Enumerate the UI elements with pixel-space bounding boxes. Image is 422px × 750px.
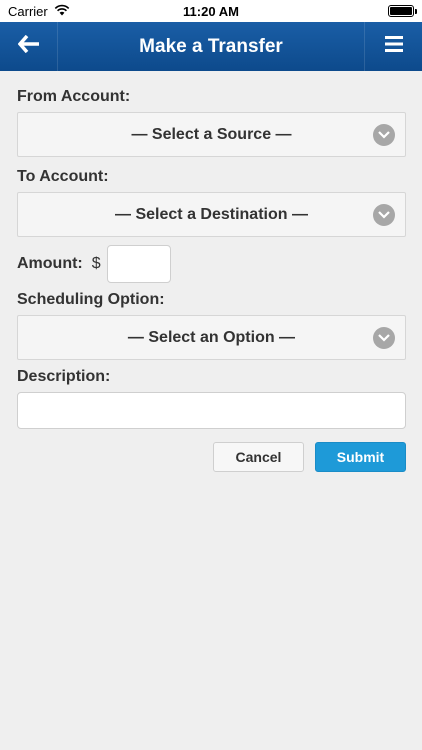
- to-account-select[interactable]: — Select a Destination —: [17, 192, 406, 237]
- chevron-down-icon: [373, 327, 395, 349]
- amount-input[interactable]: [106, 245, 171, 283]
- description-input[interactable]: [17, 392, 406, 429]
- cancel-button[interactable]: Cancel: [213, 442, 304, 472]
- from-account-label: From Account:: [17, 88, 131, 105]
- scheduling-option-select[interactable]: — Select an Option —: [17, 315, 406, 360]
- menu-button[interactable]: [364, 22, 422, 71]
- hamburger-menu-icon: [384, 36, 403, 57]
- scheduling-option-label: Scheduling Option:: [17, 291, 165, 308]
- status-bar: Carrier 11:20 AM: [0, 0, 422, 22]
- battery-icon: [388, 5, 417, 17]
- submit-button[interactable]: Submit: [315, 442, 406, 472]
- amount-row: Amount: $: [17, 245, 406, 283]
- chevron-down-icon: [373, 124, 395, 146]
- amount-label: Amount:: [17, 255, 83, 272]
- currency-symbol: $: [91, 255, 101, 272]
- page-title: Make a Transfer: [139, 35, 283, 57]
- chevron-down-icon: [373, 204, 395, 226]
- to-account-label: To Account:: [17, 168, 109, 185]
- transfer-form: From Account: — Select a Source — To Acc…: [17, 88, 406, 472]
- status-time: 11:20 AM: [183, 3, 239, 19]
- nav-bar: Make a Transfer: [0, 22, 422, 71]
- back-button[interactable]: [0, 22, 58, 71]
- description-label: Description:: [17, 368, 111, 385]
- battery-fill: [390, 7, 412, 15]
- to-account-value: — Select a Destination —: [115, 205, 308, 223]
- form-buttons: Cancel Submit: [17, 442, 406, 472]
- scheduling-option-value: — Select an Option —: [127, 328, 296, 346]
- back-arrow-icon: [17, 34, 40, 58]
- from-account-select[interactable]: — Select a Source —: [17, 112, 406, 157]
- from-account-value: — Select a Source —: [131, 125, 292, 143]
